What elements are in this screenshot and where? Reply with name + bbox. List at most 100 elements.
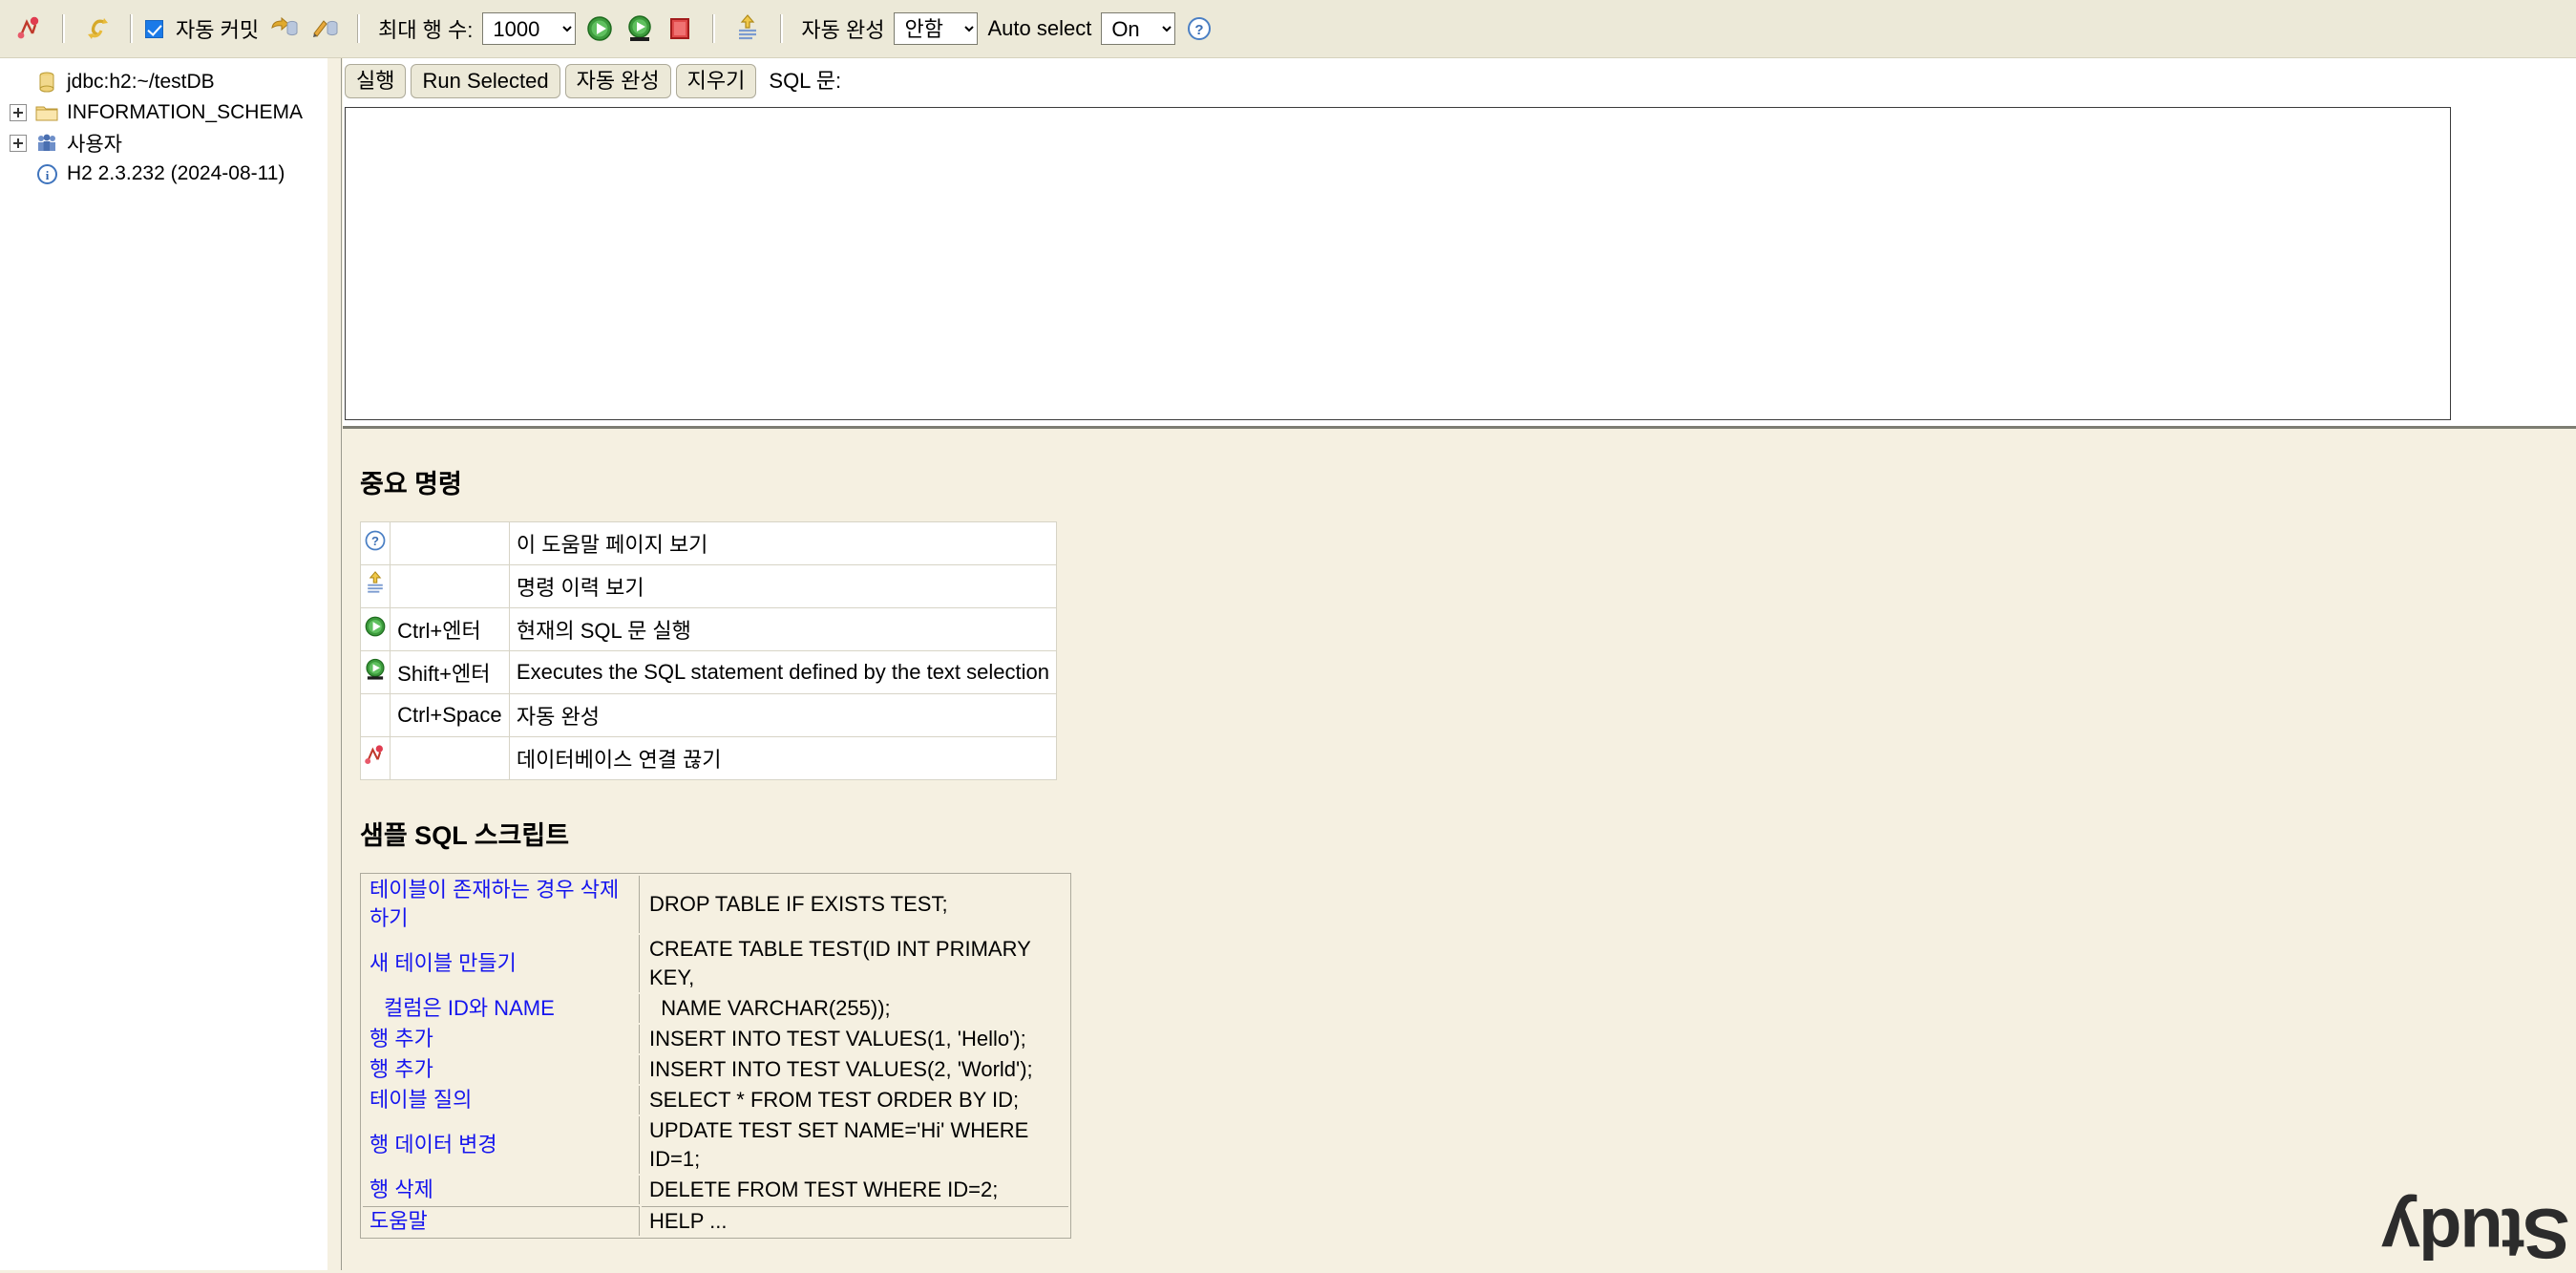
table-row[interactable]: Ctrl+Space 자동 완성 bbox=[361, 694, 1057, 737]
shortcut-key bbox=[391, 737, 510, 780]
run-selected-button[interactable]: Run Selected bbox=[411, 64, 560, 98]
history-icon-cell[interactable] bbox=[361, 565, 391, 608]
clear-button[interactable]: 지우기 bbox=[676, 64, 757, 98]
table-row[interactable]: 행 추가 INSERT INTO TEST VALUES(1, 'Hello')… bbox=[363, 1025, 1068, 1053]
disconnect-icon-cell[interactable] bbox=[361, 737, 391, 780]
autocommit-label: 자동 커밋 bbox=[170, 13, 264, 44]
table-row[interactable]: 명령 이력 보기 bbox=[361, 565, 1057, 608]
stop-icon[interactable] bbox=[660, 9, 700, 49]
script-sql: DELETE FROM TEST WHERE ID=2; bbox=[642, 1176, 1068, 1204]
folder-icon bbox=[35, 101, 58, 124]
users-icon bbox=[35, 132, 58, 155]
disconnect-icon[interactable] bbox=[10, 9, 50, 49]
autocommit-checkbox[interactable] bbox=[145, 20, 163, 38]
run-selected-icon[interactable] bbox=[620, 9, 660, 49]
table-row[interactable]: 테이블이 존재하는 경우 삭제하기 DROP TABLE IF EXISTS T… bbox=[363, 876, 1068, 933]
script-description[interactable]: 테이블이 존재하는 경우 삭제하기 bbox=[363, 876, 640, 933]
tree-item-label: 사용자 bbox=[67, 129, 122, 158]
script-description[interactable]: 행 데이터 변경 bbox=[363, 1116, 640, 1174]
run-icon-cell[interactable] bbox=[361, 608, 391, 651]
script-description[interactable]: 테이블 질의 bbox=[363, 1086, 640, 1114]
tree-item-label: jdbc:h2:~/testDB bbox=[67, 71, 215, 94]
tree-expander-spacer bbox=[10, 74, 27, 91]
query-frame: 실행 Run Selected 자동 완성 지우기 SQL 문: 중요 명령 ? bbox=[343, 58, 2576, 1270]
script-sql: SELECT * FROM TEST ORDER BY ID; bbox=[642, 1086, 1068, 1114]
important-commands-heading: 중요 명령 bbox=[360, 463, 2576, 500]
svg-text:?: ? bbox=[1195, 22, 1204, 38]
toolbar-separator bbox=[62, 14, 65, 43]
command-description: 명령 이력 보기 bbox=[509, 565, 1056, 608]
tree-item-version[interactable]: i H2 2.3.232 (2024-08-11) bbox=[10, 159, 327, 189]
auto-select-select[interactable]: On bbox=[1101, 12, 1175, 45]
script-sql: INSERT INTO TEST VALUES(1, 'Hello'); bbox=[642, 1025, 1068, 1053]
shortcut-key: Ctrl+Space bbox=[391, 694, 510, 737]
history-icon[interactable] bbox=[728, 9, 768, 49]
run-selected-icon bbox=[363, 656, 388, 683]
table-row[interactable]: 새 테이블 만들기 CREATE TABLE TEST(ID INT PRIMA… bbox=[363, 935, 1068, 992]
run-icon[interactable] bbox=[580, 9, 620, 49]
script-sql: CREATE TABLE TEST(ID INT PRIMARY KEY, bbox=[642, 935, 1068, 992]
info-icon: i bbox=[35, 162, 58, 185]
table-row[interactable]: 컬럼은 ID와 NAME NAME VARCHAR(255)); bbox=[363, 994, 1068, 1023]
database-tree-pane[interactable]: jdbc:h2:~/testDB INFORMATION_SCHEMA 사용자 bbox=[0, 58, 327, 1270]
table-row[interactable]: Shift+엔터 Executes the SQL statement defi… bbox=[361, 651, 1057, 694]
sample-sql-script-table: 테이블이 존재하는 경우 삭제하기 DROP TABLE IF EXISTS T… bbox=[360, 873, 1071, 1239]
script-description[interactable]: 행 추가 bbox=[363, 1055, 640, 1084]
tree-expander-icon[interactable] bbox=[10, 104, 27, 121]
autocomplete-label: 자동 완성 bbox=[795, 13, 890, 44]
disconnect-icon bbox=[363, 743, 388, 768]
shortcut-key bbox=[391, 522, 510, 565]
script-sql: NAME VARCHAR(255)); bbox=[642, 994, 1068, 1023]
script-sql: UPDATE TEST SET NAME='Hi' WHERE ID=1; bbox=[642, 1116, 1068, 1174]
script-description[interactable]: 새 테이블 만들기 bbox=[363, 935, 640, 992]
tree-item-users[interactable]: 사용자 bbox=[10, 128, 327, 159]
table-row[interactable]: 행 추가 INSERT INTO TEST VALUES(2, 'World')… bbox=[363, 1055, 1068, 1084]
run-button[interactable]: 실행 bbox=[345, 64, 406, 98]
sql-statement-label: SQL 문: bbox=[769, 64, 841, 98]
script-description[interactable]: 행 삭제 bbox=[363, 1176, 640, 1204]
tree-item-label: INFORMATION_SCHEMA bbox=[67, 101, 303, 124]
shortcut-key: Shift+엔터 bbox=[391, 651, 510, 694]
autocomplete-select[interactable]: 안함 bbox=[894, 12, 978, 45]
max-rows-select[interactable]: 1000 bbox=[482, 12, 576, 45]
tree-expander-icon[interactable] bbox=[10, 135, 27, 152]
refresh-icon[interactable] bbox=[77, 9, 117, 49]
important-commands-table: ? 이 도움말 페이지 보기 bbox=[360, 521, 1057, 780]
table-row[interactable]: 테이블 질의 SELECT * FROM TEST ORDER BY ID; bbox=[363, 1086, 1068, 1114]
tree-expander-spacer bbox=[10, 165, 27, 182]
sql-input[interactable] bbox=[345, 107, 2451, 420]
toolbar-separator bbox=[357, 14, 360, 43]
table-row[interactable]: ? 이 도움말 페이지 보기 bbox=[361, 522, 1057, 565]
tree-item-connection[interactable]: jdbc:h2:~/testDB bbox=[10, 67, 327, 97]
table-row[interactable]: 행 삭제 DELETE FROM TEST WHERE ID=2; bbox=[363, 1176, 1068, 1204]
svg-text:?: ? bbox=[371, 534, 379, 548]
tree-item-information-schema[interactable]: INFORMATION_SCHEMA bbox=[10, 97, 327, 128]
script-description[interactable]: 컬럼은 ID와 NAME bbox=[363, 994, 640, 1023]
table-row[interactable]: Ctrl+엔터 현재의 SQL 문 실행 bbox=[361, 608, 1057, 651]
help-icon[interactable]: ? bbox=[1179, 9, 1219, 49]
table-row[interactable]: 행 데이터 변경 UPDATE TEST SET NAME='Hi' WHERE… bbox=[363, 1116, 1068, 1174]
help-panel: 중요 명령 ? 이 도움말 페이지 보기 bbox=[343, 429, 2576, 1270]
pane-divider[interactable] bbox=[327, 58, 342, 1270]
run-selected-icon-cell[interactable] bbox=[361, 651, 391, 694]
rollback-icon[interactable] bbox=[264, 9, 305, 49]
script-description[interactable]: 도움말 bbox=[363, 1206, 640, 1236]
sample-script-heading: 샘플 SQL 스크립트 bbox=[360, 815, 2576, 852]
script-description[interactable]: 행 추가 bbox=[363, 1025, 640, 1053]
script-sql: INSERT INTO TEST VALUES(2, 'World'); bbox=[642, 1055, 1068, 1084]
commit-icon[interactable] bbox=[305, 9, 345, 49]
database-icon bbox=[35, 71, 58, 94]
autocomplete-button[interactable]: 자동 완성 bbox=[565, 64, 671, 98]
run-icon bbox=[363, 614, 388, 639]
table-row[interactable]: 데이터베이스 연결 끊기 bbox=[361, 737, 1057, 780]
help-icon-cell[interactable]: ? bbox=[361, 522, 391, 565]
table-row[interactable]: 도움말 HELP ... bbox=[363, 1206, 1068, 1236]
script-sql: DROP TABLE IF EXISTS TEST; bbox=[642, 876, 1068, 933]
toolbar: 자동 커밋 최대 행 수: 1000 bbox=[0, 0, 2576, 58]
maxrows-label: 최대 행 수: bbox=[372, 13, 478, 44]
command-description: 현재의 SQL 문 실행 bbox=[509, 608, 1056, 651]
toolbar-separator bbox=[130, 14, 133, 43]
help-icon: ? bbox=[363, 528, 388, 553]
command-description: 자동 완성 bbox=[509, 694, 1056, 737]
svg-text:i: i bbox=[45, 168, 49, 182]
